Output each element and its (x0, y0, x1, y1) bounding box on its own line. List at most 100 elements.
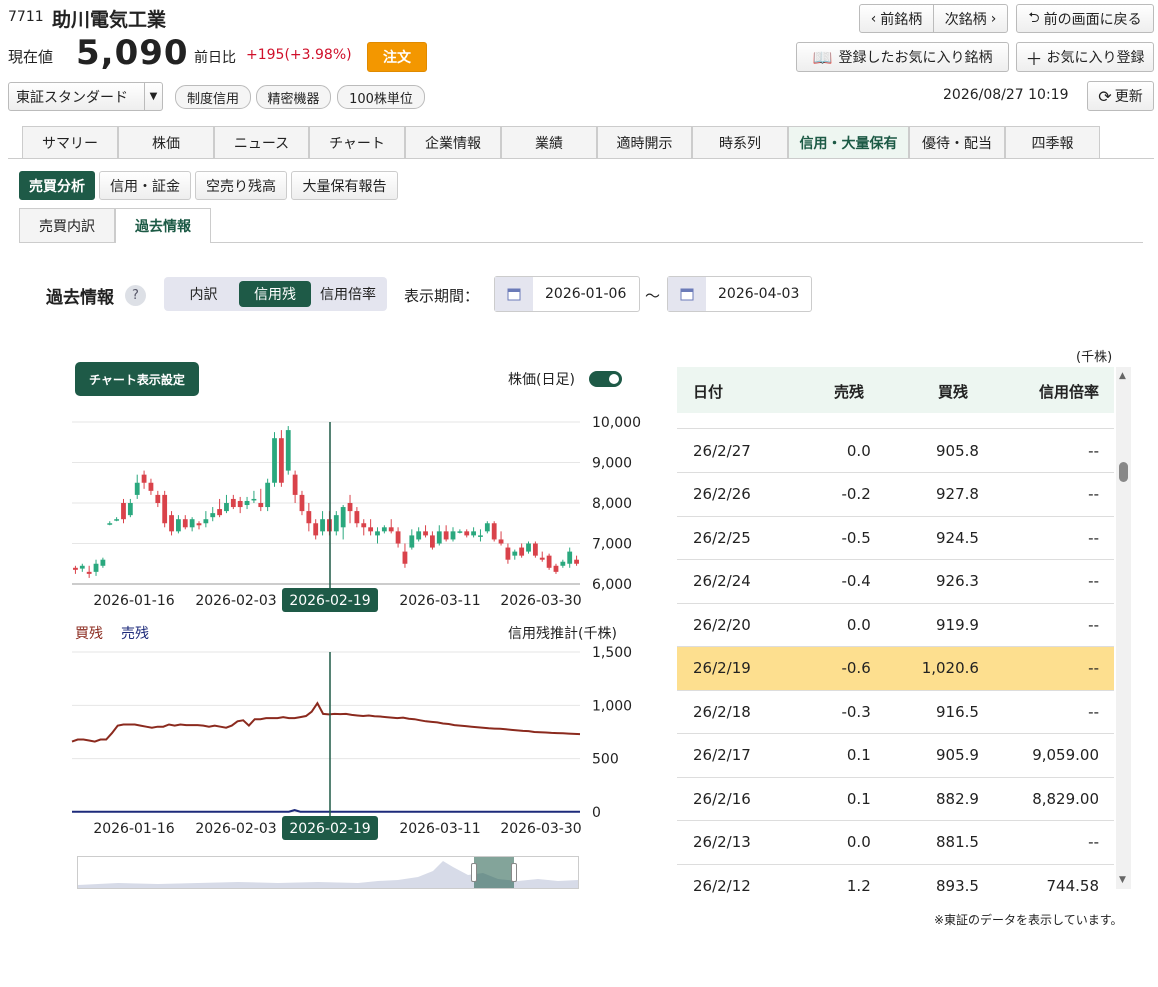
cell-buy: 916.5 (870, 690, 979, 734)
price-chart[interactable]: 10,000 9,000 8,000 7,000 6,000 2026-01-16 2026… (0, 400, 650, 615)
cell-date: 26/2/25 (677, 516, 781, 560)
table-row: 26/2/16 0.1 882.9 8,829.00 (677, 777, 1114, 821)
candle-body (224, 503, 229, 512)
navigator-right-handle[interactable] (511, 863, 517, 882)
next-stock-button[interactable]: 次銘柄 › (933, 4, 1008, 33)
help-icon[interactable]: ? (125, 285, 146, 306)
table-unit: (千株) (1076, 350, 1113, 365)
favorites-list-button[interactable]: 📖 登録したお気に入り銘柄 (796, 42, 1009, 72)
subtab-history[interactable]: 過去情報 (115, 208, 211, 243)
cell-date: 26/2/17 (677, 733, 781, 778)
candle-body (505, 547, 511, 560)
segment-breakdown[interactable]: 内訳 (170, 281, 237, 307)
calendar-icon (668, 277, 706, 311)
cell-buy: 1,020.6 (870, 646, 979, 691)
scrollbar-thumb[interactable] (1119, 462, 1128, 482)
candle-body (155, 494, 161, 503)
candle-body (443, 531, 449, 540)
segment-margin-ratio[interactable]: 信用倍率 (313, 281, 383, 307)
chevron-left-icon: ‹ (870, 10, 877, 27)
subnav-margin-finance[interactable]: 信用・証金 (99, 171, 191, 200)
col-ratio: 信用倍率 (1038, 383, 1099, 401)
cell-date: 26/2/20 (677, 603, 781, 647)
price-toggle[interactable] (589, 371, 622, 387)
candle-body (347, 503, 353, 512)
cell-ratio: -- (978, 690, 1114, 734)
order-button[interactable]: 注文 (367, 42, 427, 72)
range-navigator[interactable] (77, 856, 579, 889)
tab-shikiho[interactable]: 四季報 (1005, 126, 1100, 159)
undo-icon: ⮌ (1028, 9, 1040, 26)
candle-body (292, 474, 298, 495)
candle-body (230, 498, 236, 508)
cell-date: 26/2/13 (677, 820, 781, 865)
date-to-field[interactable]: 2026-04-03 (667, 276, 812, 312)
subnav-large-holding[interactable]: 大量保有報告 (291, 171, 398, 200)
tab-price[interactable]: 株価 (118, 126, 214, 159)
cell-date: 26/2/18 (677, 690, 781, 734)
table-row: 26/2/17 0.1 905.9 9,059.00 (677, 733, 1114, 778)
cell-ratio: -- (978, 646, 1114, 691)
cell-sell: 1.2 (780, 864, 871, 900)
candle-body (532, 543, 538, 556)
x-tick-label: 2026-01-16 (93, 821, 174, 837)
candle-body (375, 531, 380, 536)
tab-timeseries[interactable]: 時系列 (692, 126, 788, 159)
col-sell: 売残 (833, 383, 864, 401)
tab-summary[interactable]: サマリー (22, 126, 118, 159)
cell-sell: -0.3 (780, 690, 871, 734)
tab-margin[interactable]: 信用・大量保有 (788, 126, 909, 159)
candle-body (306, 511, 312, 524)
tab-disclosure[interactable]: 適時開示 (597, 126, 692, 159)
current-price: 5,090 (76, 33, 189, 73)
candle-body (430, 535, 435, 548)
data-table-header: 日付 売残 買残 信用倍率 (677, 367, 1114, 413)
x-tick-label: 2026-03-11 (399, 593, 480, 609)
navigator-left-handle[interactable] (471, 863, 477, 882)
scroll-down-icon[interactable]: ▼ (1119, 875, 1126, 885)
subnav-short-selling[interactable]: 空売り残高 (195, 171, 287, 200)
chart-settings-button[interactable]: チャート表示設定 (75, 362, 199, 396)
tab-chart[interactable]: チャート (309, 126, 405, 159)
candle-body (381, 527, 387, 532)
candle-body (217, 509, 222, 516)
tab-dividend[interactable]: 優待・配当 (909, 126, 1005, 159)
candle-body (546, 555, 552, 568)
segment-margin-balance[interactable]: 信用残 (239, 281, 311, 307)
margin-chart[interactable]: 1,500 1,000 500 0 2026-01-16 2026-02-03 2026-0… (0, 640, 650, 845)
date-from-field[interactable]: 2026-01-06 (494, 276, 640, 312)
cell-ratio: -- (978, 603, 1114, 647)
candle-body (127, 503, 133, 516)
refresh-button[interactable]: ⟳ 更新 (1087, 81, 1154, 111)
add-favorite-label: お気に入り登録 (1046, 50, 1145, 66)
market-select[interactable]: 東証スタンダード ▼ (8, 82, 163, 111)
subnav-trade-analysis[interactable]: 売買分析 (19, 171, 95, 200)
tab-performance[interactable]: 業績 (501, 126, 597, 159)
tag-margin: 制度信用 (175, 85, 251, 109)
table-footnote: ※東証のデータを表示しています。 (934, 913, 1123, 927)
chevron-down-icon: ▼ (144, 83, 162, 110)
refresh-label: 更新 (1114, 89, 1143, 105)
cell-ratio: -- (978, 820, 1114, 865)
table-row: 26/2/18 -0.3 916.5 -- (677, 690, 1114, 734)
scrollbar-track[interactable]: ▲ ▼ (1116, 367, 1131, 889)
cell-sell: 0.1 (780, 733, 871, 778)
candle-body (388, 527, 394, 532)
cell-buy: 924.5 (870, 516, 979, 560)
y-tick-label: 10,000 (592, 415, 641, 431)
navigator-window[interactable] (474, 857, 514, 888)
tab-company[interactable]: 企業情報 (405, 126, 501, 159)
candle-body (478, 535, 483, 537)
subtab-breakdown[interactable]: 売買内訳 (19, 208, 115, 242)
add-favorite-button[interactable]: ＋お気に入り登録 (1016, 42, 1154, 72)
back-button[interactable]: ⮌ 前の画面に戻る (1016, 4, 1154, 33)
tab-news[interactable]: ニュース (214, 126, 309, 159)
table-body[interactable]: 26/2/27 0.0 905.8 -- 26/2/26 -0.2 927.8 -- 26/2/… (677, 429, 1114, 900)
cell-buy: 927.8 (870, 472, 979, 517)
candle-body (395, 531, 401, 544)
candle-body (107, 523, 113, 525)
prev-stock-button[interactable]: ‹ 前銘柄 (859, 4, 934, 33)
x-tick-label: 2026-03-30 (500, 821, 581, 837)
scroll-up-icon[interactable]: ▲ (1119, 371, 1126, 381)
candle-body (79, 565, 85, 569)
